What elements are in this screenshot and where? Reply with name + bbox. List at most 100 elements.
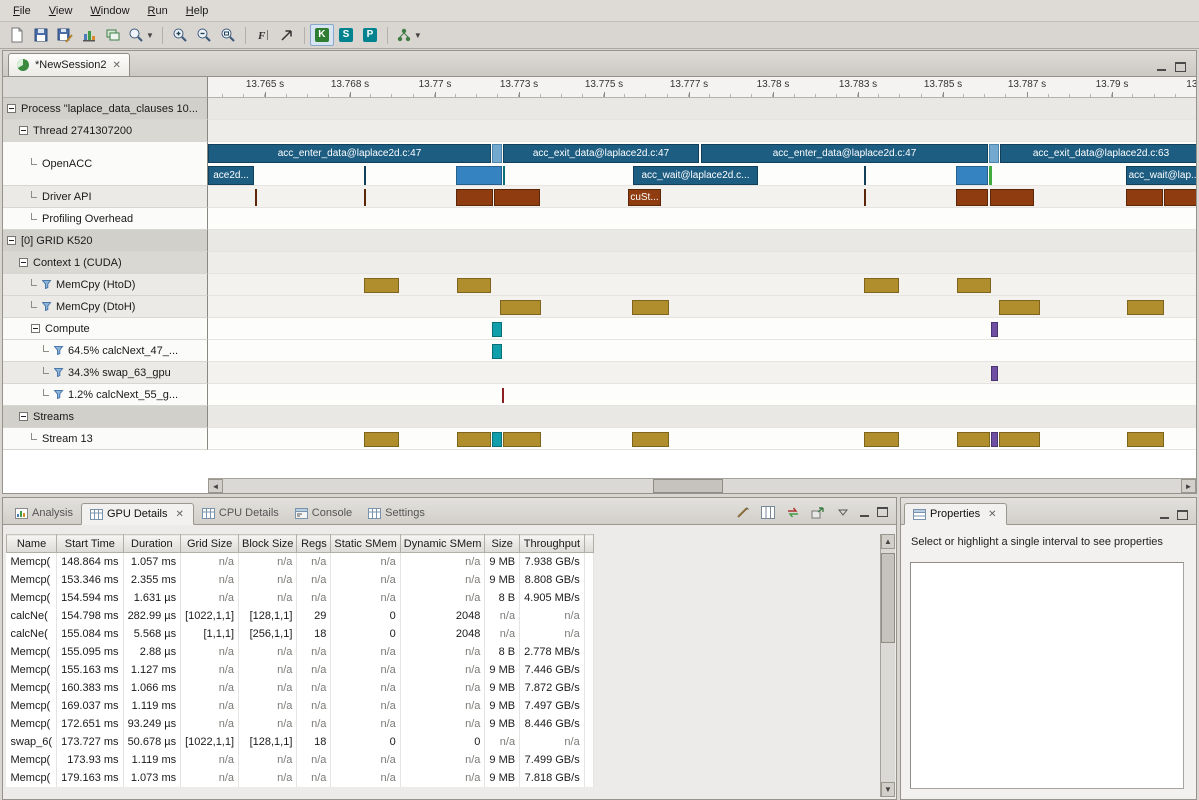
timeline-row-track[interactable] <box>208 384 1196 406</box>
scroll-down-icon[interactable]: ▼ <box>881 782 895 797</box>
kernel-mode-icon[interactable]: K <box>310 24 334 46</box>
table-row[interactable]: swap_6(173.727 ms50.678 µs[1022,1,1][128… <box>7 733 594 751</box>
timeline-row-label[interactable]: Compute <box>3 318 208 340</box>
timeline-interval-bar[interactable] <box>1126 189 1163 206</box>
timeline-interval-bar[interactable] <box>364 189 366 206</box>
column-header-duration[interactable]: Duration <box>123 535 181 553</box>
table-row[interactable]: Memcp(169.037 ms1.119 msn/an/an/an/an/a9… <box>7 697 594 715</box>
run-analysis-icon[interactable]: ▼ <box>393 24 425 46</box>
timeline-row-label[interactable]: MemCpy (DtoH) <box>3 296 208 318</box>
timeline-row-track[interactable] <box>208 318 1196 340</box>
timeline-interval-bar[interactable] <box>364 432 399 447</box>
chevron-down-icon[interactable]: ▼ <box>414 31 422 40</box>
view-menu-icon[interactable] <box>834 504 852 520</box>
timeline-row-label[interactable]: 34.3% swap_63_gpu <box>3 362 208 384</box>
timeline-row-track[interactable]: acc_enter_data@laplace2d.c:47 acc_exit_da… <box>208 142 1196 186</box>
column-header-static-smem[interactable]: Static SMem <box>331 535 400 553</box>
timeline-interval-bar[interactable] <box>990 189 1034 206</box>
minimize-icon[interactable] <box>1159 509 1170 520</box>
timeline-row-track[interactable] <box>208 98 1196 120</box>
table-row[interactable]: Memcp(160.383 ms1.066 msn/an/an/an/an/a9… <box>7 679 594 697</box>
timeline-row-track[interactable] <box>208 208 1196 230</box>
scroll-right-icon[interactable]: ► <box>1181 479 1196 493</box>
timeline-row-track[interactable] <box>208 274 1196 296</box>
timeline-interval-bar[interactable] <box>864 189 866 206</box>
filter-icon[interactable] <box>42 302 52 311</box>
compare-sessions-icon[interactable] <box>101 24 125 46</box>
timeline-row-track[interactable] <box>208 120 1196 142</box>
timeline-row-label[interactable]: 1.2% calcNext_55_g... <box>3 384 208 406</box>
scroll-up-icon[interactable]: ▲ <box>881 534 895 549</box>
timeline-row-track[interactable]: cuSt... <box>208 186 1196 208</box>
zoom-in-icon[interactable] <box>168 24 192 46</box>
flag-marker-icon[interactable]: F <box>251 24 275 46</box>
timeline-interval-bar[interactable] <box>1127 432 1164 447</box>
menu-view[interactable]: View <box>40 2 82 20</box>
sync-arrows-icon[interactable] <box>784 504 802 520</box>
timeline-interval-bar[interactable]: acc_wait@laplace2d.c... <box>633 166 758 185</box>
tab-settings[interactable]: Settings <box>360 502 433 524</box>
table-row[interactable]: Memcp(172.651 ms93.249 µsn/an/an/an/an/a… <box>7 715 594 733</box>
timeline-interval-bar[interactable] <box>492 432 502 447</box>
collapse-toggle-icon[interactable] <box>19 126 28 135</box>
tab-gpu-details[interactable]: GPU Details✕ <box>81 503 194 525</box>
scrollbar-track[interactable] <box>223 479 1181 493</box>
edit-icon[interactable] <box>734 504 752 520</box>
timeline-interval-bar[interactable] <box>457 278 491 293</box>
timeline-row-label[interactable]: OpenACC <box>3 142 208 186</box>
timeline-interval-bar[interactable] <box>364 166 366 185</box>
timeline-interval-bar[interactable] <box>999 432 1040 447</box>
close-icon[interactable]: ✕ <box>987 509 997 520</box>
timeline-row-label[interactable]: Streams <box>3 406 208 428</box>
timeline-row-track[interactable] <box>208 296 1196 318</box>
timeline-interval-bar[interactable] <box>494 189 540 206</box>
menu-help[interactable]: Help <box>177 2 218 20</box>
timeline-interval-bar[interactable] <box>503 166 505 185</box>
maximize-icon[interactable] <box>877 507 888 517</box>
column-header-regs[interactable]: Regs <box>297 535 331 553</box>
timeline-interval-bar[interactable] <box>864 432 899 447</box>
column-header-start-time[interactable]: Start Time <box>57 535 123 553</box>
timeline-interval-bar[interactable] <box>864 278 899 293</box>
table-row[interactable]: calcNe(155.084 ms5.568 µs[1,1,1][256,1,1… <box>7 625 594 643</box>
zoom-fit-icon[interactable] <box>216 24 240 46</box>
collapse-toggle-icon[interactable] <box>7 236 16 245</box>
collapse-toggle-icon[interactable] <box>7 104 16 113</box>
timeline-interval-bar[interactable] <box>457 432 491 447</box>
scrollbar-thumb[interactable] <box>653 479 723 493</box>
column-header-dynamic-smem[interactable]: Dynamic SMem <box>400 535 485 553</box>
filter-icon[interactable] <box>54 346 64 355</box>
timeline-row-label[interactable]: MemCpy (HtoD) <box>3 274 208 296</box>
timeline-interval-bar[interactable] <box>991 366 998 381</box>
timeline-row-label[interactable]: Thread 2741307200 <box>3 120 208 142</box>
timeline-interval-bar[interactable] <box>957 432 990 447</box>
minimize-icon[interactable] <box>1156 61 1167 72</box>
timeline-interval-bar[interactable] <box>989 144 999 163</box>
timeline-row-track[interactable] <box>208 406 1196 428</box>
menu-file[interactable]: File <box>4 2 40 20</box>
column-header-name[interactable]: Name <box>7 535 57 553</box>
timeline-row-label[interactable]: Process "laplace_data_clauses 10... <box>3 98 208 120</box>
timeline-interval-bar[interactable]: cuSt... <box>628 189 661 206</box>
export-icon[interactable] <box>809 504 827 520</box>
timeline-interval-bar[interactable] <box>456 166 502 185</box>
table-row[interactable]: Memcp(148.864 ms1.057 msn/an/an/an/an/a9… <box>7 553 594 571</box>
table-row[interactable]: Memcp(173.93 ms1.119 msn/an/an/an/an/a9 … <box>7 751 594 769</box>
close-icon[interactable]: ✕ <box>175 509 185 520</box>
timeline-interval-bar[interactable]: acc_enter_data@laplace2d.c:47 <box>701 144 988 163</box>
profile-application-icon[interactable] <box>77 24 101 46</box>
column-header-block-size[interactable]: Block Size <box>239 535 297 553</box>
timeline-interval-bar[interactable] <box>1127 300 1164 315</box>
menu-run[interactable]: Run <box>139 2 177 20</box>
timeline-interval-bar[interactable]: acc_exit_data@laplace2d.c:63 <box>1000 144 1196 163</box>
tab-cpu-details[interactable]: CPU Details <box>194 502 287 524</box>
filter-icon[interactable] <box>54 368 64 377</box>
timeline-interval-bar[interactable] <box>991 322 998 337</box>
timeline-interval-bar[interactable] <box>364 278 399 293</box>
timeline-interval-bar[interactable]: acc_wait@lap... <box>1126 166 1196 185</box>
timeline-interval-bar[interactable] <box>957 278 991 293</box>
timeline-row-track[interactable] <box>208 428 1196 450</box>
timeline-interval-bar[interactable] <box>492 344 502 359</box>
table-row[interactable]: Memcp(179.163 ms1.073 msn/an/an/an/an/a9… <box>7 769 594 787</box>
timeline-interval-bar[interactable] <box>492 144 502 163</box>
